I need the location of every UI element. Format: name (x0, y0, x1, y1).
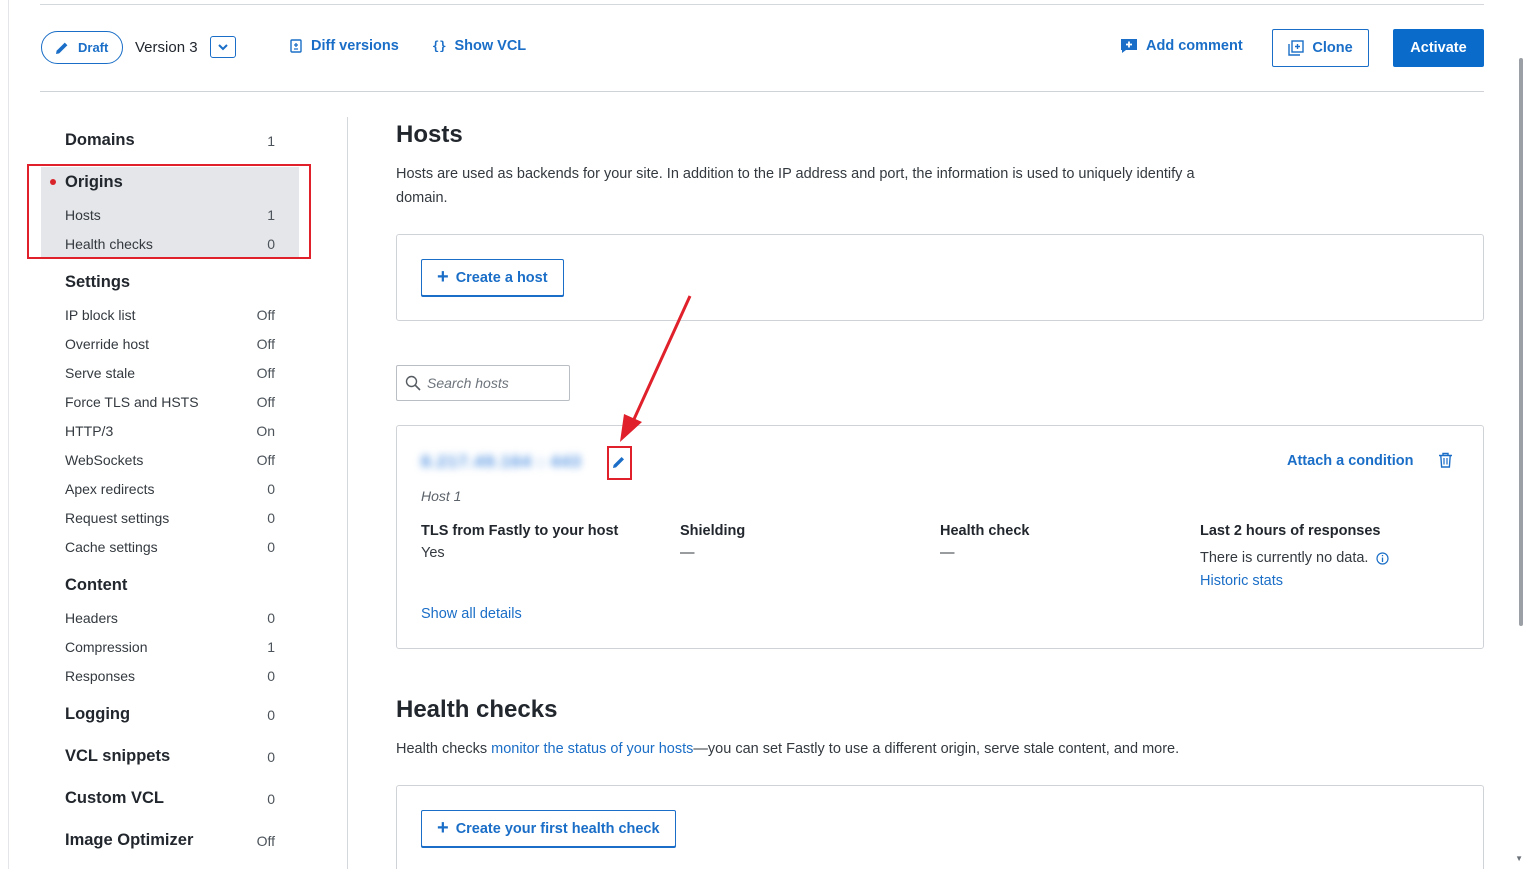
annotation-highlight-box (27, 164, 311, 259)
sidebar-item-cache-settings[interactable]: Cache settings (65, 539, 158, 555)
sidebar-value-override-host: Off (256, 336, 275, 352)
hosts-title: Hosts (396, 121, 463, 148)
health-check-value: — (940, 545, 955, 561)
version-dropdown-button[interactable] (210, 36, 236, 58)
monitor-status-link[interactable]: monitor the status of your hosts (491, 741, 693, 757)
host-address[interactable]: 8.217.49.164 : 443 (421, 452, 582, 472)
sidebar-item-serve-stale[interactable]: Serve stale (65, 365, 135, 381)
sidebar-item-image-optimizer[interactable]: Image Optimizer (65, 831, 193, 850)
left-border (8, 0, 9, 869)
sidebar-item-override-host[interactable]: Override host (65, 336, 149, 352)
sidebar-item-responses[interactable]: Responses (65, 668, 135, 684)
plus-icon: + (437, 816, 449, 839)
sidebar-item-domains[interactable]: Domains (65, 131, 135, 150)
annotation-arrow-icon (620, 295, 692, 442)
sidebar-value-image-optimizer: Off (256, 833, 275, 849)
shielding-label: Shielding (680, 523, 746, 539)
braces-icon: {} (432, 39, 447, 53)
show-all-details-link[interactable]: Show all details (421, 606, 522, 622)
search-hosts-input[interactable] (427, 375, 557, 391)
sidebar-item-settings[interactable]: Settings (65, 273, 130, 292)
health-checks-desc-text: Health checks (396, 741, 492, 757)
show-vcl-label: Show VCL (454, 38, 527, 54)
clone-button[interactable]: Clone (1272, 29, 1369, 67)
sidebar-value-vcl-snippets: 0 (267, 749, 275, 765)
sidebar-value-compression: 1 (267, 639, 275, 655)
sidebar-value-http3: On (256, 423, 275, 439)
create-health-check-panel: + Create your first health check (396, 785, 1484, 869)
version-label: Version 3 (135, 39, 198, 56)
trash-icon[interactable] (1438, 452, 1453, 468)
sidebar-value-force-tls: Off (256, 394, 275, 410)
sidebar-value-logging: 0 (267, 707, 275, 723)
sidebar-item-content[interactable]: Content (65, 576, 127, 595)
add-comment-link[interactable]: Add comment (1120, 38, 1243, 54)
sidebar-value-apex-redirects: 0 (267, 481, 275, 497)
hosts-description: Hosts are used as backends for your site… (396, 166, 1195, 206)
pencil-icon (56, 42, 68, 54)
health-checks-desc-text-end: —you can set Fastly to use a different o… (693, 741, 1180, 757)
comment-add-icon (1121, 39, 1137, 53)
tls-value: Yes (421, 545, 445, 561)
diff-versions-link[interactable]: Diff versions (289, 38, 399, 54)
sidebar-item-apex-redirects[interactable]: Apex redirects (65, 481, 154, 497)
clone-label: Clone (1312, 40, 1353, 56)
scroll-down-icon[interactable]: ▼ (1515, 854, 1523, 863)
tls-label: TLS from Fastly to your host (421, 523, 619, 539)
sidebar-value-headers: 0 (267, 610, 275, 626)
responses-value: There is currently no data. (1200, 550, 1369, 566)
sidebar-item-custom-vcl[interactable]: Custom VCL (65, 789, 164, 808)
historic-stats-link[interactable]: Historic stats (1200, 573, 1283, 589)
health-checks-title: Health checks (396, 696, 558, 723)
sidebar-item-vcl-snippets[interactable]: VCL snippets (65, 747, 170, 766)
health-check-label: Health check (940, 523, 1030, 539)
page-scrollbar[interactable]: ▼ (1515, 0, 1524, 869)
header-divider (40, 91, 1484, 92)
create-health-check-label: Create your first health check (455, 820, 660, 837)
sidebar-value-domains: 1 (267, 133, 275, 149)
sidebar-item-logging[interactable]: Logging (65, 705, 130, 724)
top-divider (40, 4, 1484, 5)
chevron-down-icon (218, 44, 228, 51)
clone-icon (1288, 40, 1305, 56)
sidebar-value-custom-vcl: 0 (267, 791, 275, 807)
sidebar-value-responses: 0 (267, 668, 275, 684)
draft-status-button[interactable]: Draft (41, 31, 123, 64)
sidebar-value-request-settings: 0 (267, 510, 275, 526)
create-health-check-button[interactable]: + Create your first health check (421, 810, 676, 847)
host-name: Host 1 (421, 488, 462, 504)
create-host-label: Create a host (455, 269, 548, 286)
search-hosts-field[interactable] (396, 365, 570, 401)
add-comment-label: Add comment (1146, 38, 1243, 54)
sidebar-divider (347, 117, 348, 869)
diff-versions-label: Diff versions (311, 38, 399, 54)
create-host-panel: + Create a host (396, 234, 1484, 321)
activate-button[interactable]: Activate (1393, 29, 1484, 67)
sidebar-item-request-settings[interactable]: Request settings (65, 510, 169, 526)
health-checks-description: Health checks monitor the status of your… (396, 737, 1396, 761)
sidebar-value-serve-stale: Off (256, 365, 275, 381)
sidebar-value-cache-settings: 0 (267, 539, 275, 555)
sidebar-value-websockets: Off (256, 452, 275, 468)
sidebar-item-compression[interactable]: Compression (65, 639, 147, 655)
attach-condition-link[interactable]: Attach a condition (1287, 453, 1413, 469)
sidebar-item-websockets[interactable]: WebSockets (65, 452, 143, 468)
sidebar-item-force-tls[interactable]: Force TLS and HSTS (65, 394, 199, 410)
create-host-button[interactable]: + Create a host (421, 259, 564, 296)
shielding-value: — (680, 545, 695, 561)
plus-icon: + (437, 265, 449, 288)
responses-status: There is currently no data. (1200, 550, 1390, 566)
scrollbar-thumb[interactable] (1519, 58, 1523, 626)
sidebar-value-ip-block-list: Off (256, 307, 275, 323)
sidebar-item-headers[interactable]: Headers (65, 610, 118, 626)
annotation-edit-highlight (607, 446, 632, 480)
diff-icon (290, 39, 302, 53)
sidebar-item-ip-block-list[interactable]: IP block list (65, 307, 136, 323)
info-icon[interactable] (1376, 551, 1390, 565)
draft-label: Draft (78, 40, 109, 55)
sidebar-item-http3[interactable]: HTTP/3 (65, 423, 113, 439)
responses-label: Last 2 hours of responses (1200, 523, 1381, 539)
show-vcl-link[interactable]: {} Show VCL (432, 38, 526, 54)
search-icon (405, 375, 421, 391)
